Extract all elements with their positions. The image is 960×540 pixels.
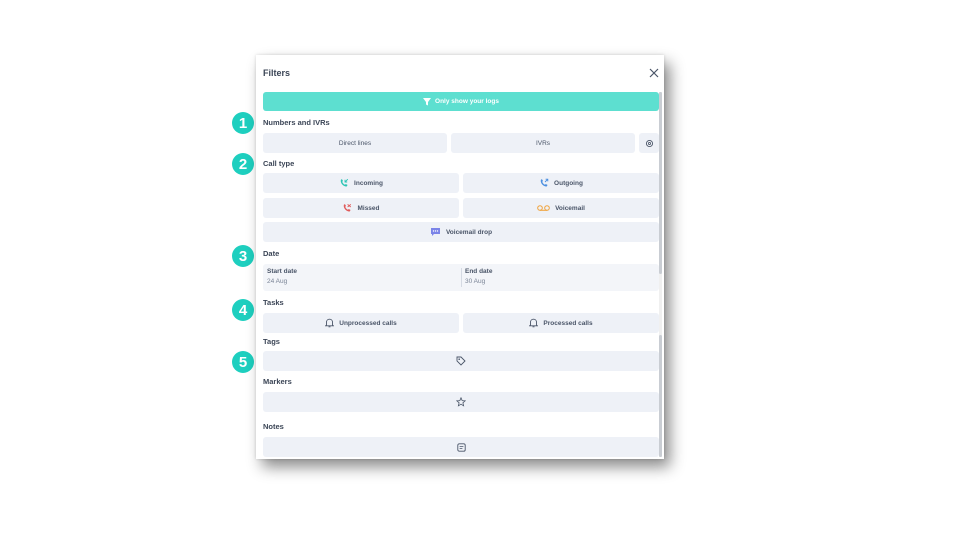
- step-badge-3: 3: [232, 245, 254, 267]
- direct-lines-label: Direct lines: [338, 139, 372, 147]
- unprocessed-calls-label: Unprocessed calls: [339, 319, 397, 327]
- voicemail-icon: [537, 204, 550, 212]
- markers-selector[interactable]: [263, 392, 659, 412]
- bell-icon: [529, 318, 539, 328]
- end-date-label: End date: [465, 268, 493, 275]
- scrollbar-thumb[interactable]: [659, 92, 662, 274]
- section-tasks-title: Tasks: [263, 298, 284, 307]
- modal-title: Filters: [263, 68, 291, 78]
- tag-icon: [456, 356, 466, 366]
- processed-calls-button[interactable]: Processed calls: [463, 313, 659, 333]
- voicemail-filter-button[interactable]: Voicemail: [463, 198, 659, 218]
- chat-bubble-icon: [430, 227, 441, 237]
- missed-label: Missed: [357, 204, 380, 212]
- direct-lines-button[interactable]: Direct lines: [263, 133, 447, 153]
- phone-incoming-icon: [339, 178, 349, 188]
- section-markers-title: Markers: [263, 377, 292, 386]
- step-badge-1: 1: [232, 112, 254, 134]
- notes-selector[interactable]: [263, 437, 659, 457]
- settings-button[interactable]: [639, 133, 659, 153]
- voicemail-drop-label: Voicemail drop: [445, 228, 493, 236]
- tags-selector[interactable]: [263, 351, 659, 371]
- step-badge-5: 5: [232, 351, 254, 373]
- missed-filter-button[interactable]: Missed: [263, 198, 459, 218]
- outgoing-filter-button[interactable]: Outgoing: [463, 173, 659, 193]
- date-divider: [461, 268, 462, 287]
- funnel-icon: [423, 97, 432, 106]
- start-date-value: 24 Aug: [267, 278, 288, 285]
- section-notes-title: Notes: [263, 422, 284, 431]
- start-date-label: Start date: [267, 268, 297, 275]
- ivrs-label: IVRs: [535, 139, 551, 147]
- only-show-your-logs-button[interactable]: Only show your logs: [263, 92, 659, 111]
- section-call-type-title: Call type: [263, 159, 295, 168]
- step-badge-4: 4: [232, 299, 254, 321]
- scrollbar-thumb-lower[interactable]: [659, 335, 662, 457]
- close-icon[interactable]: [648, 67, 660, 79]
- end-date-field[interactable]: End date 30 Aug: [465, 268, 492, 285]
- only-show-your-logs-label: Only show your logs: [435, 98, 499, 105]
- end-date-value: 30 Aug: [465, 278, 486, 285]
- incoming-label: Incoming: [354, 179, 383, 187]
- filters-modal: Filters Only show your logs Numbers and …: [256, 55, 664, 459]
- incoming-filter-button[interactable]: Incoming: [263, 173, 459, 193]
- voicemail-label: Voicemail: [555, 204, 585, 212]
- unprocessed-calls-button[interactable]: Unprocessed calls: [263, 313, 459, 333]
- section-tags-title: Tags: [263, 337, 280, 346]
- phone-outgoing-icon: [539, 178, 549, 188]
- ivrs-button[interactable]: IVRs: [451, 133, 635, 153]
- gear-icon: [645, 139, 654, 148]
- outgoing-label: Outgoing: [554, 179, 583, 187]
- start-date-field[interactable]: Start date 24 Aug: [267, 268, 297, 285]
- section-date-title: Date: [263, 249, 280, 258]
- note-icon: [456, 442, 466, 452]
- processed-calls-label: Processed calls: [543, 319, 593, 327]
- star-icon: [456, 397, 466, 407]
- phone-missed-icon: [342, 203, 352, 213]
- step-badge-2: 2: [232, 153, 254, 175]
- voicemail-drop-filter-button[interactable]: Voicemail drop: [263, 222, 659, 242]
- section-numbers-title: Numbers and IVRs: [263, 118, 330, 127]
- date-range-picker: Start date 24 Aug End date 30 Aug: [263, 264, 659, 291]
- bell-icon: [325, 318, 335, 328]
